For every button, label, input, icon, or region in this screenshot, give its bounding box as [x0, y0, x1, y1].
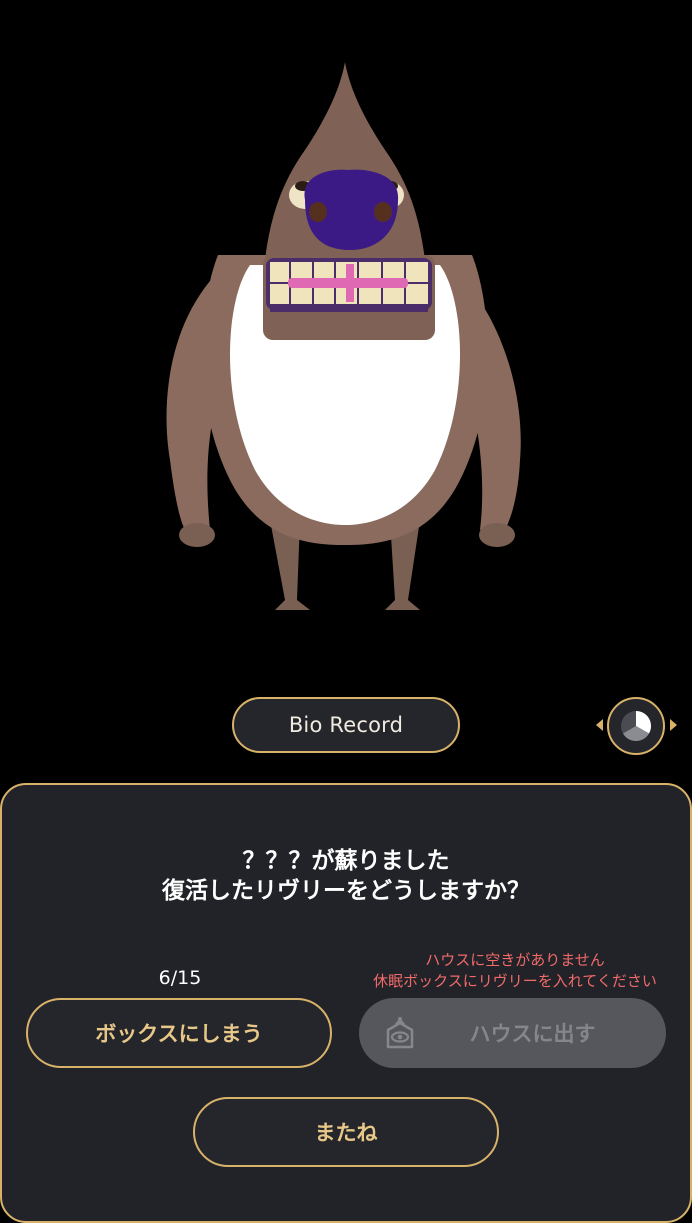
see-you-label: またね: [314, 1121, 378, 1145]
house-warning-line-2: 休眠ボックスにリヴリーを入れてください: [373, 972, 657, 990]
revive-message: ？？？が蘇りました 復活したリヴリーをどうしますか？: [0, 846, 692, 906]
arrow-right-icon[interactable]: [670, 719, 677, 731]
arrow-left-icon[interactable]: [596, 719, 603, 731]
view-toggle[interactable]: [596, 697, 678, 755]
message-line-2: 復活したリヴリーをどうしますか？: [162, 878, 530, 904]
see-you-button[interactable]: またね: [193, 1097, 499, 1167]
store-in-box-button[interactable]: ボックスにしまう: [26, 998, 332, 1068]
camera-view-icon[interactable]: [607, 697, 665, 755]
bio-record-button[interactable]: Bio Record: [232, 697, 460, 753]
house-warning-line-1: ハウスに空きがありません: [425, 951, 605, 969]
house-warning: ハウスに空きがありません 休眠ボックスにリヴリーを入れてください: [350, 950, 680, 992]
creature-illustration: [166, 62, 521, 610]
creature-viewer[interactable]: [0, 0, 692, 680]
send-to-house-label: ハウスに出す: [469, 1022, 596, 1046]
store-in-box-label: ボックスにしまう: [95, 1022, 263, 1046]
house-eye-icon: [386, 1017, 414, 1049]
send-to-house-button[interactable]: ハウスに出す: [359, 998, 666, 1068]
message-line-1: ？？？が蘇りました: [242, 848, 450, 874]
box-count: 6/15: [158, 967, 202, 989]
